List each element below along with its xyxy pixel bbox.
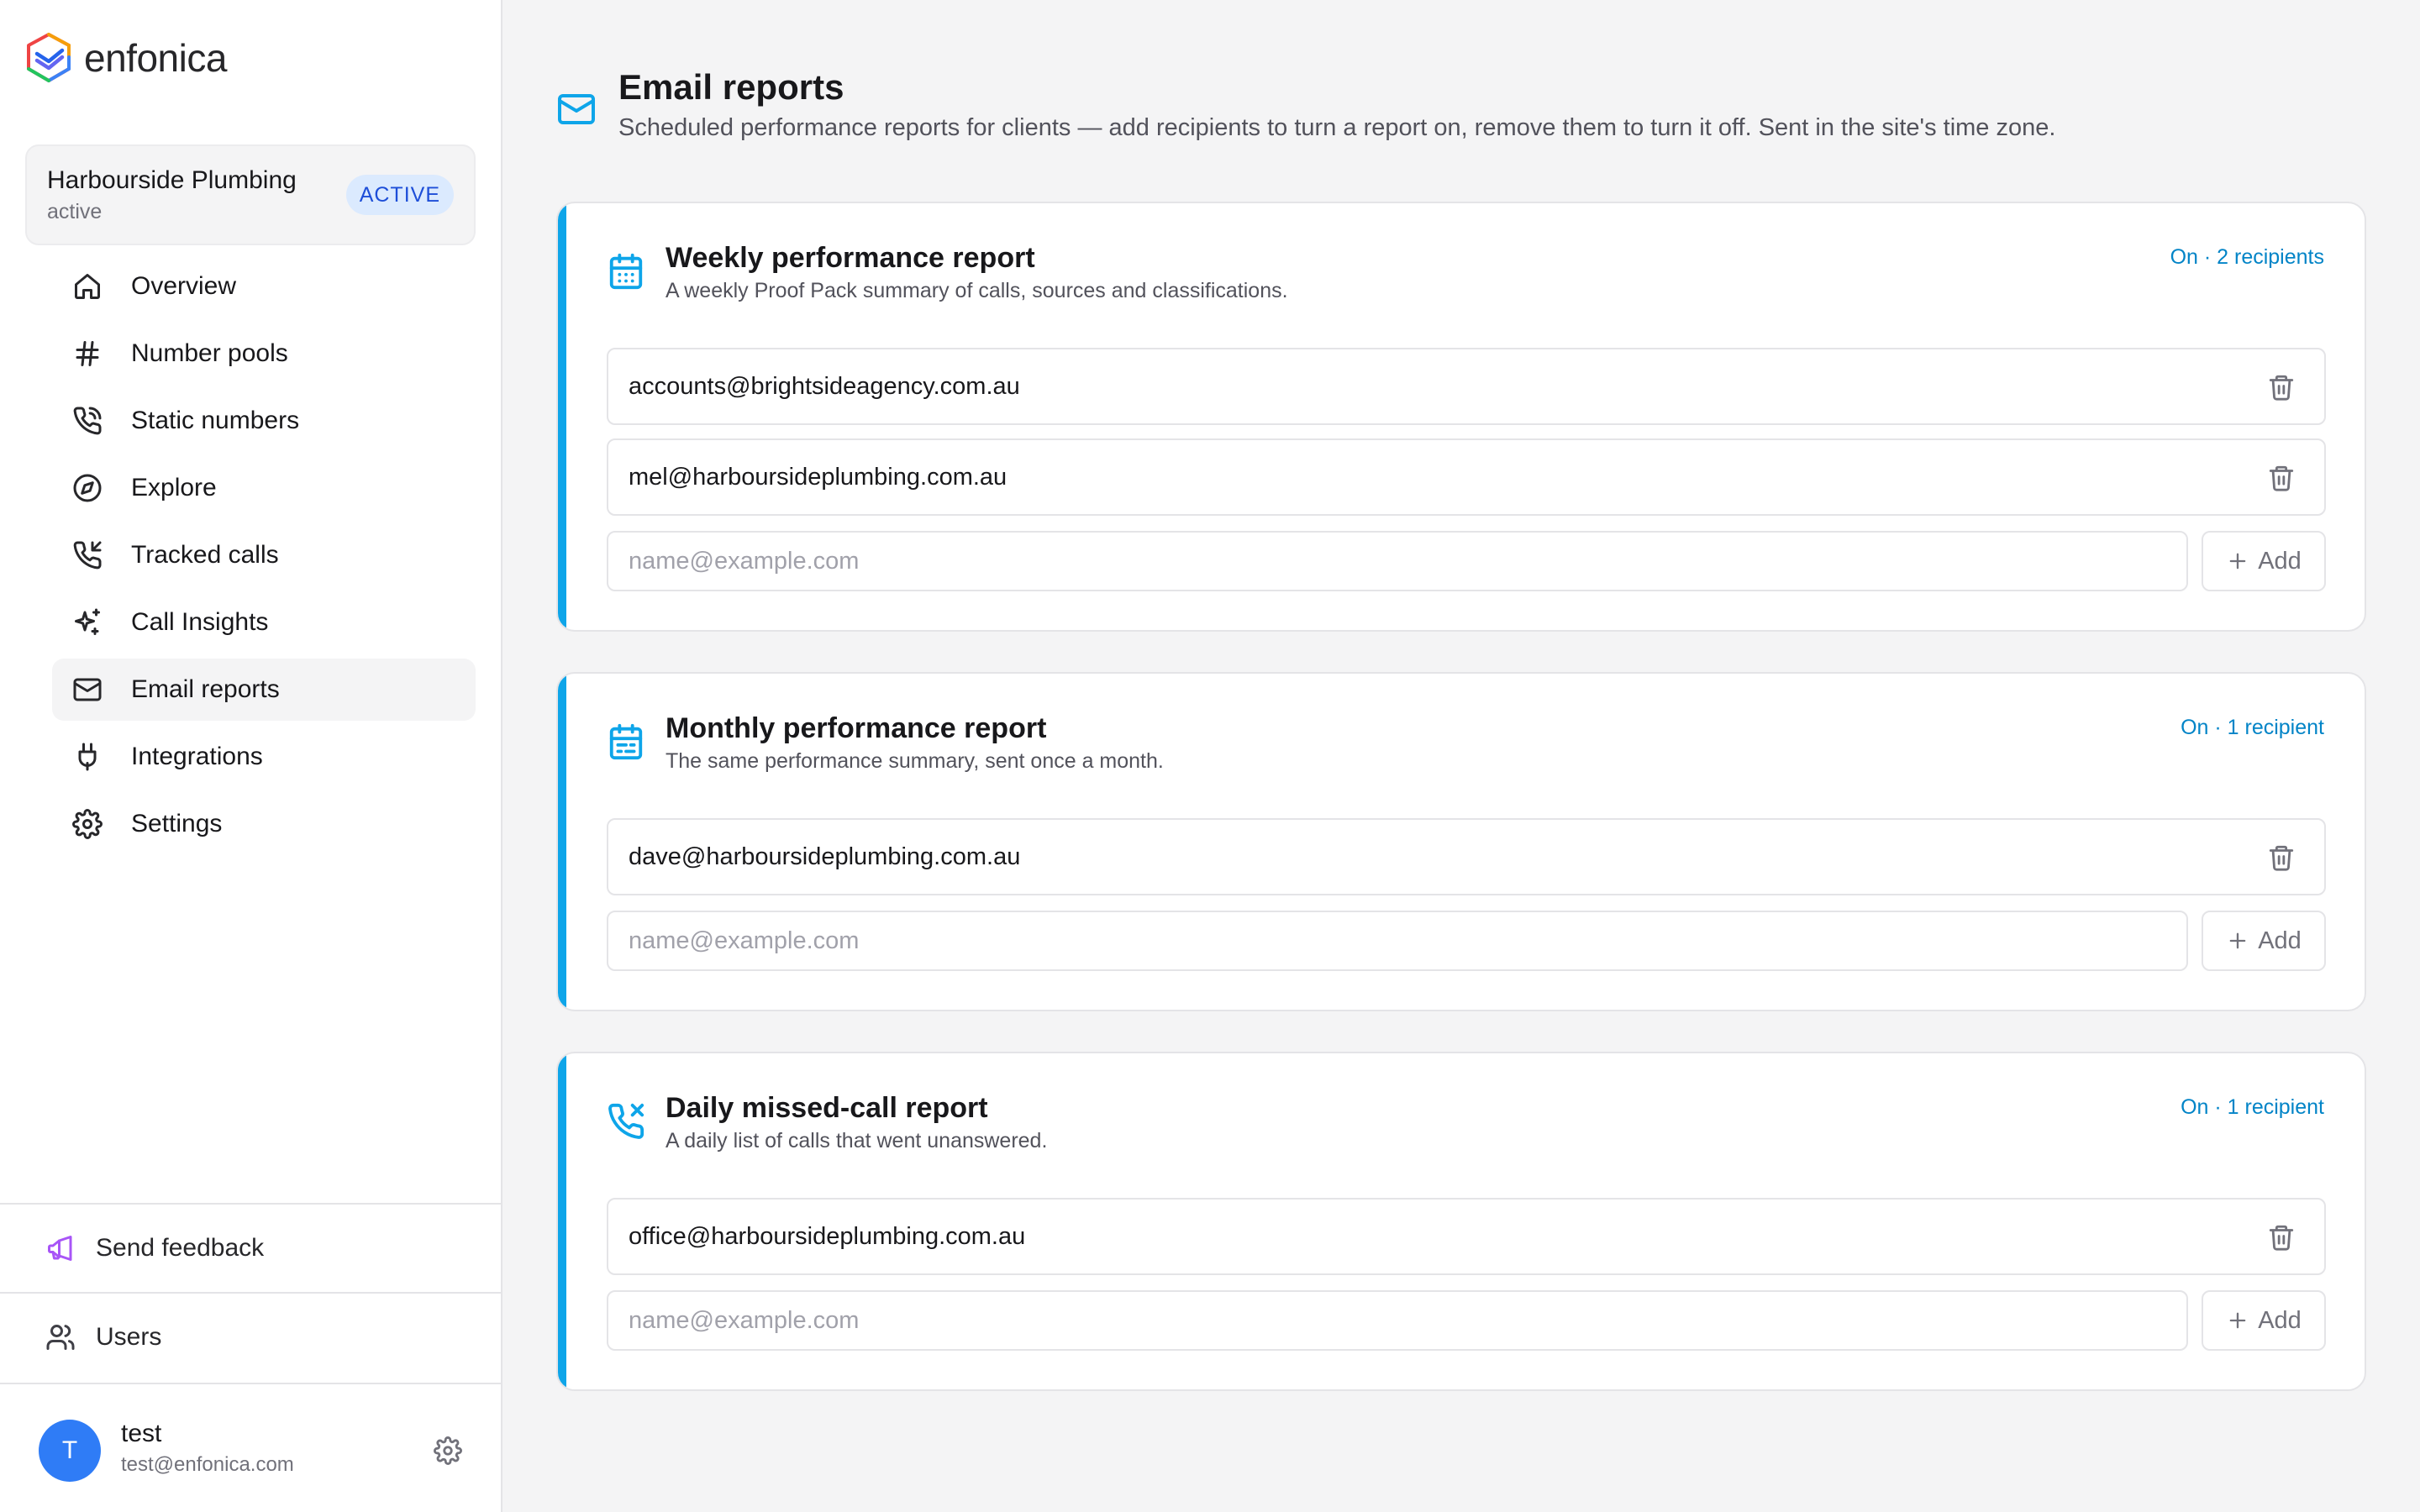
add-button-label: Add xyxy=(2258,927,2302,954)
recipient-email: mel@harboursideplumbing.com.au xyxy=(629,464,1007,491)
sidebar-item-integrations[interactable]: Integrations xyxy=(52,726,476,788)
sidebar-item-explore[interactable]: Explore xyxy=(52,457,476,519)
site-status: active xyxy=(47,200,103,223)
site-status-badge: ACTIVE xyxy=(345,175,454,215)
home-icon xyxy=(75,274,100,299)
report-card-daily: Daily missed-call report A daily list of… xyxy=(556,1052,2366,1391)
users-label: Users xyxy=(96,1323,162,1351)
phone-missed-icon xyxy=(608,1103,644,1139)
account-settings-gear-icon[interactable] xyxy=(434,1436,462,1465)
recipient-email: office@harboursideplumbing.com.au xyxy=(629,1223,1026,1250)
report-card-weekly: Weekly performance report A weekly Proof… xyxy=(556,202,2366,632)
page-subtitle: Scheduled performance reports for client… xyxy=(618,114,2056,141)
recipient-row: office@harboursideplumbing.com.au xyxy=(607,1198,2326,1275)
recipient-email: accounts@brightsideagency.com.au xyxy=(629,373,1020,400)
report-status: On · 1 recipient xyxy=(2181,716,2324,739)
sidebar-item-call-insights[interactable]: Call Insights xyxy=(52,591,476,654)
add-recipient-input[interactable] xyxy=(607,531,2188,591)
page-title: Email reports xyxy=(618,67,844,107)
mail-icon xyxy=(73,678,102,701)
add-recipient-button[interactable]: Add xyxy=(2202,531,2326,591)
calendar-range-icon xyxy=(609,723,643,760)
trash-icon[interactable] xyxy=(2267,464,2296,492)
add-button-label: Add xyxy=(2258,1306,2302,1334)
send-feedback-button[interactable]: Send feedback xyxy=(0,1203,502,1292)
send-feedback-label: Send feedback xyxy=(96,1234,265,1262)
recipient-row: accounts@brightsideagency.com.au xyxy=(607,348,2326,425)
sidebar-item-label: Static numbers xyxy=(131,407,300,434)
sidebar-footer: Send feedback Users xyxy=(0,1203,502,1381)
sparkles-icon xyxy=(75,608,100,635)
gear-icon xyxy=(72,809,103,839)
phone-call-icon xyxy=(73,407,102,435)
trash-icon[interactable] xyxy=(2267,1223,2296,1252)
report-title: Daily missed-call report xyxy=(666,1092,988,1124)
trash-icon[interactable] xyxy=(2267,843,2296,872)
add-recipient-input[interactable] xyxy=(607,1290,2188,1351)
report-title: Weekly performance report xyxy=(666,242,1035,274)
report-description: A daily list of calls that went unanswer… xyxy=(666,1129,1048,1152)
recipient-email: dave@harboursideplumbing.com.au xyxy=(629,843,1021,870)
sidebar-item-label: Number pools xyxy=(131,339,288,367)
brand-logo[interactable]: enfonica xyxy=(25,32,227,84)
recipient-row: mel@harboursideplumbing.com.au xyxy=(607,438,2326,516)
users-link[interactable]: Users xyxy=(0,1292,502,1381)
sidebar-item-label: Explore xyxy=(131,474,217,501)
megaphone-icon xyxy=(48,1236,72,1261)
mail-icon xyxy=(558,94,595,124)
sidebar-nav: Overview Number pools Static numbers Exp… xyxy=(52,255,476,860)
compass-icon xyxy=(73,474,102,502)
sidebar-item-label: Email reports xyxy=(131,675,280,703)
sidebar-item-tracked-calls[interactable]: Tracked calls xyxy=(52,524,476,586)
avatar: T xyxy=(39,1420,101,1482)
plus-icon xyxy=(2229,553,2246,570)
add-recipient-input[interactable] xyxy=(607,911,2188,971)
sidebar-item-overview[interactable]: Overview xyxy=(52,255,476,318)
sidebar-item-label: Tracked calls xyxy=(131,541,279,569)
calendar-grid-icon xyxy=(609,253,643,290)
sidebar-item-label: Settings xyxy=(131,810,223,837)
site-name: Harbourside Plumbing xyxy=(47,166,297,194)
user-account[interactable]: T test test@enfonica.com xyxy=(0,1383,502,1512)
hash-icon xyxy=(76,341,99,366)
sidebar-item-label: Call Insights xyxy=(131,608,269,636)
report-card-monthly: Monthly performance report The same perf… xyxy=(556,672,2366,1011)
report-status: On · 2 recipients xyxy=(2170,245,2324,269)
sidebar-item-number-pools[interactable]: Number pools xyxy=(52,323,476,385)
report-description: The same performance summary, sent once … xyxy=(666,749,1164,773)
enfonica-logo-icon xyxy=(27,33,71,82)
add-button-label: Add xyxy=(2258,547,2302,575)
plus-icon xyxy=(2229,932,2246,949)
users-icon xyxy=(46,1325,75,1350)
plus-icon xyxy=(2229,1312,2246,1329)
report-description: A weekly Proof Pack summary of calls, so… xyxy=(666,279,1288,302)
report-status: On · 1 recipient xyxy=(2181,1095,2324,1119)
sidebar-item-label: Overview xyxy=(131,272,237,300)
trash-icon[interactable] xyxy=(2267,373,2296,402)
brand-name: enfonica xyxy=(84,36,227,80)
site-switcher[interactable]: Harbourside Plumbing active ACTIVE xyxy=(25,144,476,245)
report-title: Monthly performance report xyxy=(666,712,1047,744)
sidebar-item-settings[interactable]: Settings xyxy=(52,793,476,855)
sidebar-item-static-numbers[interactable]: Static numbers xyxy=(52,390,476,452)
sidebar-item-email-reports[interactable]: Email reports xyxy=(52,659,476,721)
user-name: test xyxy=(121,1420,162,1447)
add-recipient-button[interactable]: Add xyxy=(2202,1290,2326,1351)
recipient-row: dave@harboursideplumbing.com.au xyxy=(607,818,2326,895)
user-email: test@enfonica.com xyxy=(121,1453,294,1476)
sidebar: enfonica Harbourside Plumbing active ACT… xyxy=(0,0,502,1512)
plug-icon xyxy=(78,743,97,771)
sidebar-item-label: Integrations xyxy=(131,743,263,770)
phone-incoming-icon xyxy=(73,541,102,570)
add-recipient-button[interactable]: Add xyxy=(2202,911,2326,971)
